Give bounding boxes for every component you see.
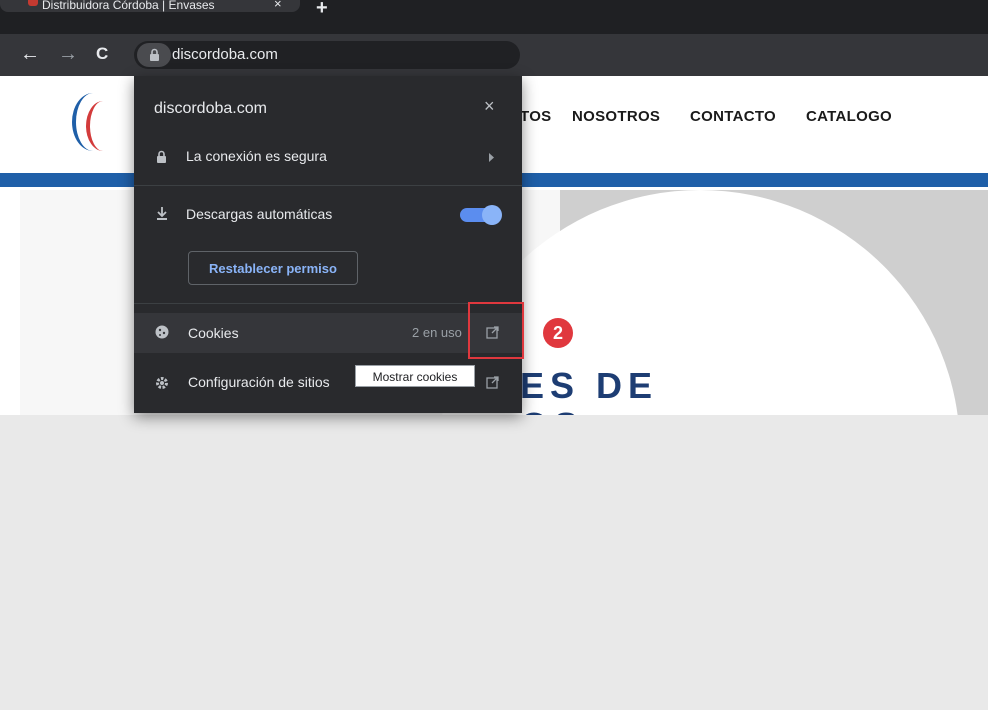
download-icon xyxy=(157,207,167,220)
site-info-button[interactable] xyxy=(137,43,171,67)
lock-icon xyxy=(157,150,166,163)
step-badge: 2 xyxy=(543,318,573,348)
tab-title: Distribuidora Córdoba | Envases xyxy=(42,0,215,12)
favicon-icon xyxy=(28,0,38,6)
tab-close-icon[interactable]: × xyxy=(274,0,282,10)
connection-label: La conexión es segura xyxy=(186,148,327,164)
site-nav-item-contacto[interactable]: CONTACTO xyxy=(690,108,776,125)
browser-tab[interactable]: Distribuidora Córdoba | Envases × xyxy=(0,0,300,12)
toggle-knob xyxy=(482,205,502,225)
separator xyxy=(134,303,522,304)
highlight-box xyxy=(468,302,524,359)
gear-icon xyxy=(156,377,168,389)
connection-secure-row[interactable]: La conexión es segura xyxy=(154,148,522,168)
reset-permission-button[interactable]: Restablecer permiso xyxy=(188,251,358,285)
separator xyxy=(134,185,522,186)
reload-icon[interactable]: C xyxy=(96,44,108,64)
chevron-right-icon xyxy=(489,153,494,162)
lock-icon xyxy=(150,48,159,61)
cookies-label: Cookies xyxy=(188,325,239,341)
site-info-popup xyxy=(134,76,522,413)
cookie-icon xyxy=(155,325,169,339)
hero-heading-line2: OS xyxy=(520,405,584,415)
external-link-icon[interactable] xyxy=(486,376,500,390)
site-logo-accent xyxy=(86,101,120,151)
cookies-count: 2 en uso xyxy=(412,325,462,340)
site-nav-item-catalogo[interactable]: CATALOGO xyxy=(806,108,892,125)
url-text[interactable]: discordoba.com xyxy=(172,46,278,63)
back-icon[interactable]: ← xyxy=(20,44,40,64)
popup-title: discordoba.com xyxy=(154,100,267,117)
tooltip: Mostrar cookies xyxy=(355,365,475,387)
forward-icon[interactable]: → xyxy=(58,44,78,64)
popup-close-icon[interactable]: × xyxy=(484,96,495,117)
downloads-row: Descargas automáticas xyxy=(154,206,404,226)
hero-heading: ES DE xyxy=(520,365,659,406)
downloads-label: Descargas automáticas xyxy=(186,206,333,222)
site-settings-label: Configuración de sitios xyxy=(188,374,330,390)
site-nav-item-productos[interactable]: TOS xyxy=(520,108,551,125)
new-tab-icon[interactable]: + xyxy=(316,0,328,20)
site-nav-item-nosotros[interactable]: NOSOTROS xyxy=(572,108,660,125)
